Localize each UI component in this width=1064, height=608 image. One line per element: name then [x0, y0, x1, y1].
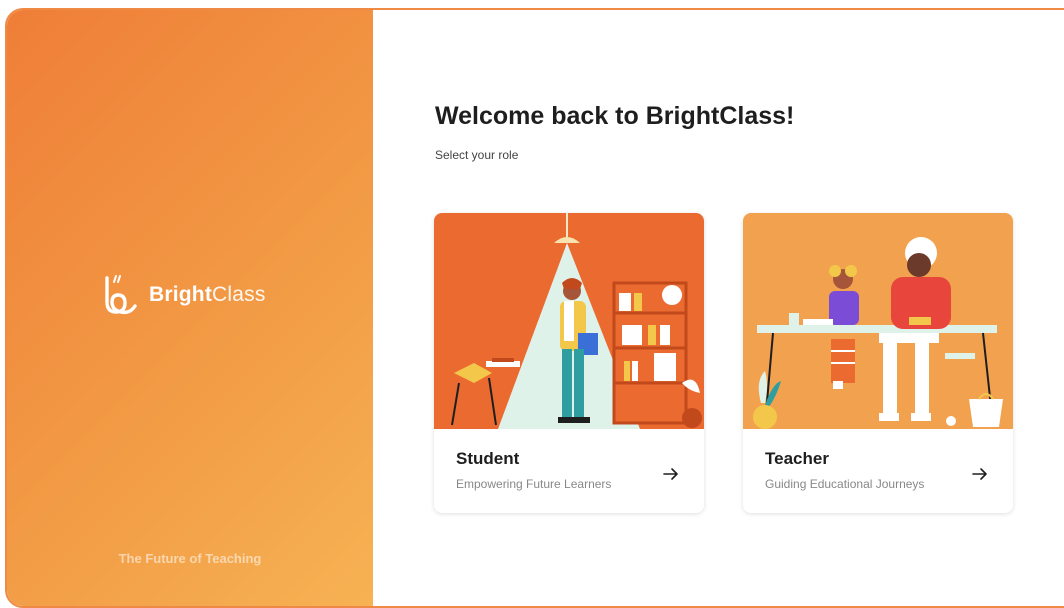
brightclass-logo-icon: [105, 275, 137, 315]
brand-lockup: BrightClass: [99, 272, 266, 318]
teacher-illustration: [743, 213, 1013, 429]
role-title: Teacher: [765, 449, 829, 468]
brand-name-light: Class: [212, 283, 266, 306]
arrow-right-icon[interactable]: [662, 465, 680, 483]
arrow-right-icon[interactable]: [971, 465, 989, 483]
brand-name: BrightClass: [149, 283, 266, 307]
app-window: BrightClass The Future of Teaching Welco…: [5, 8, 1064, 608]
brand-panel: BrightClass The Future of Teaching: [7, 10, 373, 606]
teacher-role-card[interactable]: Teacher Guiding Educational Journeys: [743, 213, 1013, 513]
role-select-panel: Welcome back to BrightClass! Select your…: [373, 10, 1064, 606]
brand-name-bold: Bright: [149, 283, 213, 306]
role-title: Student: [456, 449, 520, 468]
tagline: The Future of Teaching: [118, 551, 262, 566]
student-illustration: [434, 213, 704, 429]
page-title: Welcome back to BrightClass!: [435, 102, 795, 130]
role-subtitle: Guiding Educational Journeys: [765, 477, 925, 491]
student-role-card[interactable]: Student Empowering Future Learners: [434, 213, 704, 513]
page-subtitle: Select your role: [435, 148, 519, 162]
role-subtitle: Empowering Future Learners: [456, 477, 612, 491]
